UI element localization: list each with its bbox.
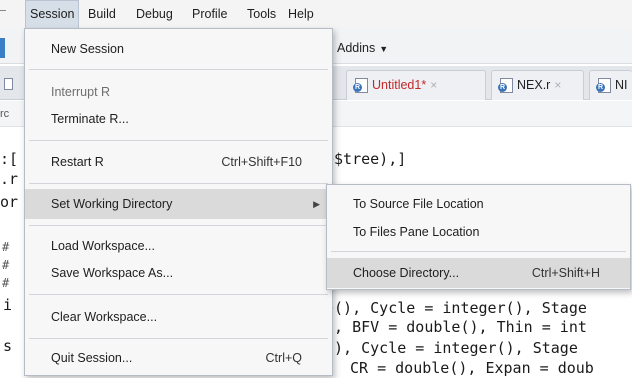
menu-item-restart-r[interactable]: Restart R Ctrl+Shift+F10 [25,147,332,177]
r-document-icon: R [498,78,513,94]
tab-untitled1[interactable]: R Untitled1* × [346,70,486,100]
menu-item-interrupt-r: Interrupt R [25,77,332,107]
menu-item-set-working-directory[interactable]: Set Working Directory ▶ [25,189,332,219]
code-fragment: i [3,296,13,314]
menu-help[interactable]: Help [284,0,318,28]
menu-session[interactable]: Session [25,0,80,28]
menu-item-save-workspace-as[interactable]: Save Workspace As... [25,258,332,288]
menu-profile[interactable]: Profile [188,0,231,28]
r-document-icon: R [596,78,611,94]
menu-item-new-session[interactable]: New Session [25,34,332,64]
menu-debug[interactable]: Debug [132,0,177,28]
menu-item-load-workspace[interactable]: Load Workspace... [25,231,332,261]
addins-dropdown[interactable]: Addins ▼ [337,38,388,59]
r-document-icon: R [353,78,368,94]
subtoolbar-fragment: rc [0,108,10,120]
menu-item-quit-session[interactable]: Quit Session... Ctrl+Q [25,343,332,373]
code-line: e$tree),] [325,150,407,168]
menu-item-label: Clear Workspace... [51,310,158,324]
close-tab-icon[interactable]: × [430,78,437,92]
menu-item-shortcut: Ctrl+Shift+H [531,266,600,280]
code-line: e(), Cycle = integer(), Stage [325,299,587,317]
code-fragment: # [2,276,10,290]
tab-label: Untitled1* [372,78,427,92]
menu-item-terminate-r[interactable]: Terminate R... [25,104,332,134]
menu-item-label: To Files Pane Location [353,225,480,239]
close-tab-icon[interactable]: × [554,78,561,92]
menu-item-shortcut: Ctrl+Q [265,351,302,365]
tab-label: NEX.r [517,78,551,92]
menu-separator [29,338,328,339]
menu-separator [29,183,328,184]
menu-bar: Session Build Debug Profile Tools Help [0,0,632,28]
toolbar-edge-icon [0,38,5,58]
code-line: CR = double(), Expan = doub [350,359,594,377]
code-fragment: # [2,258,10,272]
menu-item-to-files-pane-location[interactable]: To Files Pane Location [327,217,630,247]
tab-ni[interactable]: R NI [589,70,632,100]
menu-separator [29,140,328,141]
code-fragment: or [0,193,19,211]
submenu-arrow-icon: ▶ [313,199,320,209]
menu-item-choose-directory[interactable]: Choose Directory... Ctrl+Shift+H [327,258,630,288]
menu-item-shortcut: Ctrl+Shift+F10 [221,155,302,169]
menu-item-clear-workspace[interactable]: Clear Workspace... [25,302,332,332]
menu-separator [29,69,328,70]
r-document-icon [4,78,13,90]
code-fragment: .r [0,170,19,188]
session-menu: New Session Interrupt R Terminate R... R… [24,28,333,376]
addins-label: Addins [337,41,376,55]
menu-separator [331,251,626,252]
menu-item-to-source-file-location[interactable]: To Source File Location [327,189,630,219]
menu-bar-edge-mark [0,10,6,11]
menu-item-label: Choose Directory... [353,266,460,280]
menu-item-label: Quit Session... [51,351,133,365]
menu-item-label: Set Working Directory [51,197,173,211]
code-fragment: s [3,337,13,355]
menu-item-label: Terminate R... [51,112,129,126]
menu-item-label: New Session [51,42,124,56]
working-directory-submenu: To Source File Location To Files Pane Lo… [326,184,631,290]
code-line: ), BFV = double(), Thin = int [325,318,587,336]
code-line: (), Cycle = integer(), Stage [325,339,578,357]
menu-separator [29,294,328,295]
tab-label: NI [615,78,628,92]
menu-item-label: Restart R [51,155,104,169]
menu-item-label: To Source File Location [353,197,484,211]
tab-nex[interactable]: R NEX.r × [491,70,584,100]
dropdown-caret-icon: ▼ [379,44,389,54]
menu-build[interactable]: Build [84,0,120,28]
code-fragment: :[ [0,150,19,168]
menu-item-label: Load Workspace... [51,239,155,253]
menu-item-label: Interrupt R [51,85,111,99]
menu-tools[interactable]: Tools [243,0,280,28]
menu-item-label: Save Workspace As... [51,266,174,280]
code-fragment: # [2,240,10,254]
menu-separator [29,225,328,226]
